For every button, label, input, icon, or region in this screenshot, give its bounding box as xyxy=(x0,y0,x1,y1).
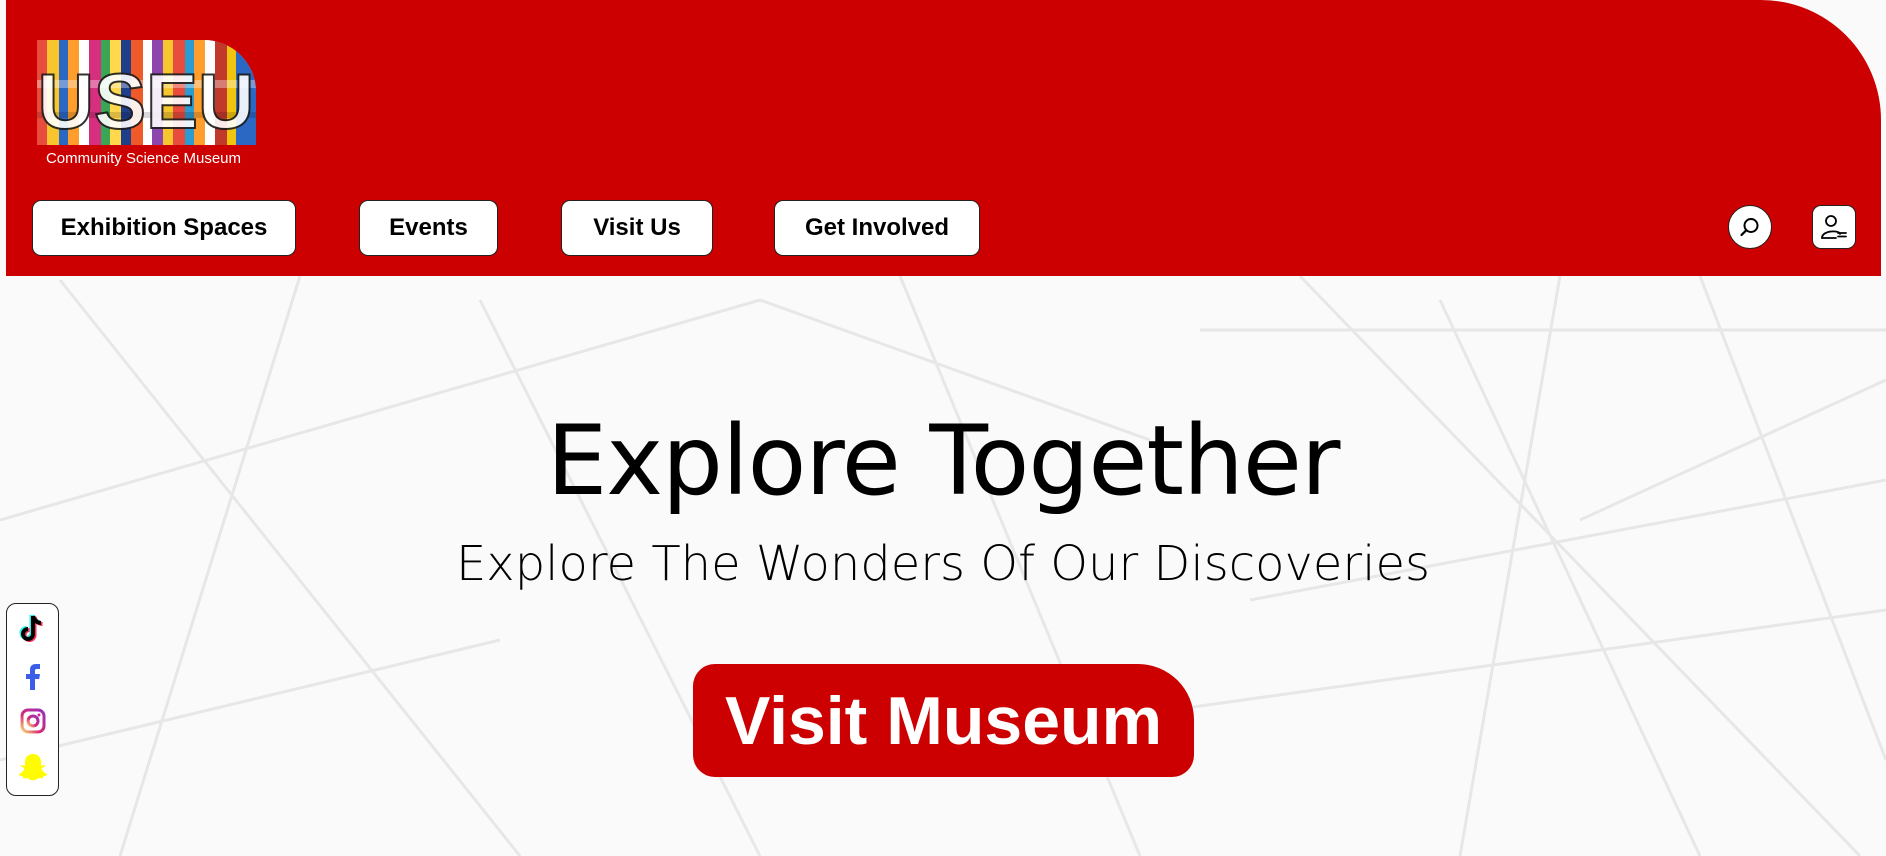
page: MUSEUM Community Science Museum Exhibiti… xyxy=(0,0,1886,856)
social-links xyxy=(6,603,59,796)
instagram-link[interactable] xyxy=(16,704,50,738)
nav-exhibition-spaces[interactable]: Exhibition Spaces xyxy=(32,200,296,256)
search-button[interactable] xyxy=(1728,205,1772,249)
visit-museum-button[interactable]: Visit Museum xyxy=(693,664,1194,777)
snapchat-link[interactable] xyxy=(16,750,50,784)
hero-subtitle: Explore The Wonders Of Our Discoveries xyxy=(455,536,1431,592)
snapchat-icon xyxy=(18,754,48,781)
logo-image: MUSEUM xyxy=(37,40,256,145)
user-menu-icon xyxy=(1821,215,1847,239)
nav-events[interactable]: Events xyxy=(359,200,498,256)
tiktok-icon xyxy=(19,614,43,642)
svg-text:MUSEUM: MUSEUM xyxy=(37,57,256,145)
logo[interactable]: MUSEUM Community Science Museum xyxy=(31,40,256,172)
nav-visit-us[interactable]: Visit Us xyxy=(561,200,713,256)
search-icon xyxy=(1740,218,1759,237)
logo-subtitle: Community Science Museum xyxy=(45,150,242,167)
site-header: MUSEUM Community Science Museum Exhibiti… xyxy=(6,0,1881,276)
tiktok-link[interactable] xyxy=(16,612,50,646)
user-menu-button[interactable] xyxy=(1812,205,1856,249)
hero-title: Explore Together xyxy=(546,405,1341,517)
nav-get-involved[interactable]: Get Involved xyxy=(774,200,980,256)
facebook-link[interactable] xyxy=(16,658,50,692)
instagram-icon xyxy=(20,708,46,734)
facebook-icon xyxy=(26,664,40,690)
